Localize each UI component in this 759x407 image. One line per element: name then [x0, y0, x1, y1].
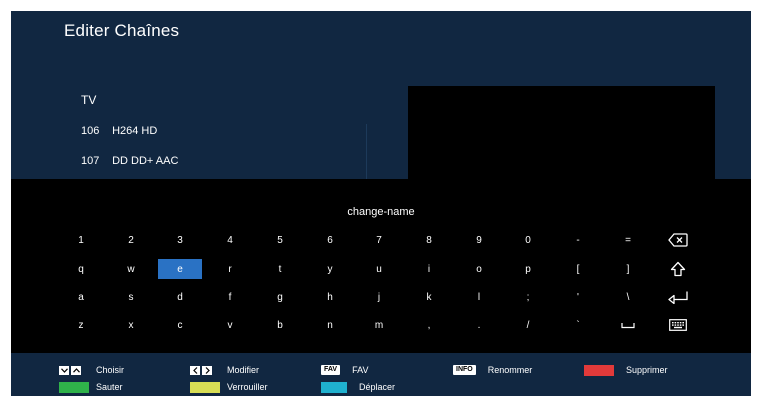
- key[interactable]: q: [59, 259, 103, 279]
- legend-modify: Modifier: [190, 363, 259, 377]
- key[interactable]: \: [606, 287, 650, 307]
- key[interactable]: u: [357, 259, 401, 279]
- key[interactable]: x: [109, 315, 153, 335]
- key[interactable]: f: [208, 287, 252, 307]
- legend-label: Choisir: [96, 365, 125, 375]
- legend-label: Supprimer: [626, 365, 668, 375]
- virtual-keyboard: change-name 1 2 3 4 5 6 7 8 9 0 - = q w …: [11, 179, 751, 353]
- channel-number: 106: [81, 125, 100, 137]
- key[interactable]: i: [407, 259, 451, 279]
- info-key-tag: INFO: [453, 365, 476, 375]
- key[interactable]: ,: [407, 315, 451, 335]
- key[interactable]: 7: [357, 230, 401, 250]
- key[interactable]: h: [308, 287, 352, 307]
- channel-number: 107: [81, 155, 100, 167]
- fav-key-tag: FAV: [321, 365, 341, 375]
- legend-label: Modifier: [227, 365, 260, 375]
- yellow-button-chip: [190, 381, 220, 393]
- key[interactable]: 1: [59, 230, 103, 250]
- key[interactable]: d: [158, 287, 202, 307]
- page-title: Editer Chaînes: [64, 21, 180, 40]
- key[interactable]: ]: [606, 259, 650, 279]
- key[interactable]: m: [357, 315, 401, 335]
- key[interactable]: 6: [308, 230, 352, 250]
- key[interactable]: -: [556, 230, 600, 250]
- legend-label: Verrouiller: [227, 382, 268, 392]
- key[interactable]: s: [109, 287, 153, 307]
- key[interactable]: b: [258, 315, 302, 335]
- legend-label: Déplacer: [359, 382, 396, 392]
- shift-key[interactable]: [656, 259, 700, 279]
- key[interactable]: 5: [258, 230, 302, 250]
- key[interactable]: =: [606, 230, 650, 250]
- key[interactable]: c: [158, 315, 202, 335]
- legend-choose: Choisir: [59, 363, 124, 377]
- backspace-icon: [668, 233, 688, 247]
- key[interactable]: v: [208, 315, 252, 335]
- legend-lock: Verrouiller: [190, 380, 268, 394]
- key[interactable]: o: [457, 259, 501, 279]
- key[interactable]: t: [258, 259, 302, 279]
- channel-name: H264 HD: [112, 125, 158, 137]
- key[interactable]: n: [308, 315, 352, 335]
- key[interactable]: `: [556, 315, 600, 335]
- legend-label: FAV: [352, 365, 369, 375]
- channel-name: DD DD+ AAC: [112, 155, 179, 167]
- channel-row[interactable]: 106 H264 HD: [81, 125, 157, 143]
- key[interactable]: [: [556, 259, 600, 279]
- key[interactable]: j: [357, 287, 401, 307]
- left-right-arrows-icon: [190, 365, 214, 375]
- channel-row[interactable]: 107 DD DD+ AAC: [81, 155, 178, 173]
- key[interactable]: ;: [506, 287, 550, 307]
- legend-rename: INFO Renommer: [453, 363, 532, 377]
- key[interactable]: 0: [506, 230, 550, 250]
- key[interactable]: 3: [158, 230, 202, 250]
- space-icon: [621, 323, 635, 329]
- key[interactable]: 4: [208, 230, 252, 250]
- key[interactable]: w: [109, 259, 153, 279]
- key[interactable]: l: [457, 287, 501, 307]
- legend-label: Sauter: [96, 382, 123, 392]
- keyboard-input-field[interactable]: change-name: [11, 206, 751, 218]
- key[interactable]: g: [258, 287, 302, 307]
- backspace-key[interactable]: [656, 230, 700, 250]
- key[interactable]: ': [556, 287, 600, 307]
- legend-label: Renommer: [487, 365, 533, 375]
- enter-icon: [668, 291, 688, 304]
- key-selected[interactable]: e: [158, 259, 202, 279]
- enter-key[interactable]: [656, 287, 700, 307]
- key[interactable]: a: [59, 287, 103, 307]
- key[interactable]: p: [506, 259, 550, 279]
- key[interactable]: r: [208, 259, 252, 279]
- green-button-chip: [59, 381, 89, 393]
- key[interactable]: z: [59, 315, 103, 335]
- key[interactable]: 2: [109, 230, 153, 250]
- key-legend: Choisir Modifier FAV FAV INFO Renommer S…: [11, 353, 751, 396]
- shift-icon: [670, 261, 686, 277]
- edit-channels-screen: Editer Chaînes TV 106 H264 HD 107 DD DD+…: [11, 11, 751, 396]
- keyboard-icon: [669, 319, 687, 331]
- keyboard-toggle-key[interactable]: [656, 315, 700, 335]
- legend-fav: FAV FAV: [321, 363, 368, 377]
- blue-button-chip: [321, 381, 347, 393]
- key[interactable]: k: [407, 287, 451, 307]
- key[interactable]: .: [457, 315, 501, 335]
- legend-move: Déplacer: [321, 380, 395, 394]
- red-button-chip: [584, 364, 614, 376]
- key[interactable]: y: [308, 259, 352, 279]
- list-divider: [366, 124, 367, 179]
- key[interactable]: /: [506, 315, 550, 335]
- key[interactable]: 9: [457, 230, 501, 250]
- key[interactable]: 8: [407, 230, 451, 250]
- legend-delete: Supprimer: [584, 363, 668, 377]
- legend-skip: Sauter: [59, 380, 123, 394]
- up-down-arrows-icon: [59, 365, 83, 375]
- channel-group-label: TV: [81, 93, 97, 107]
- space-key[interactable]: [606, 315, 650, 335]
